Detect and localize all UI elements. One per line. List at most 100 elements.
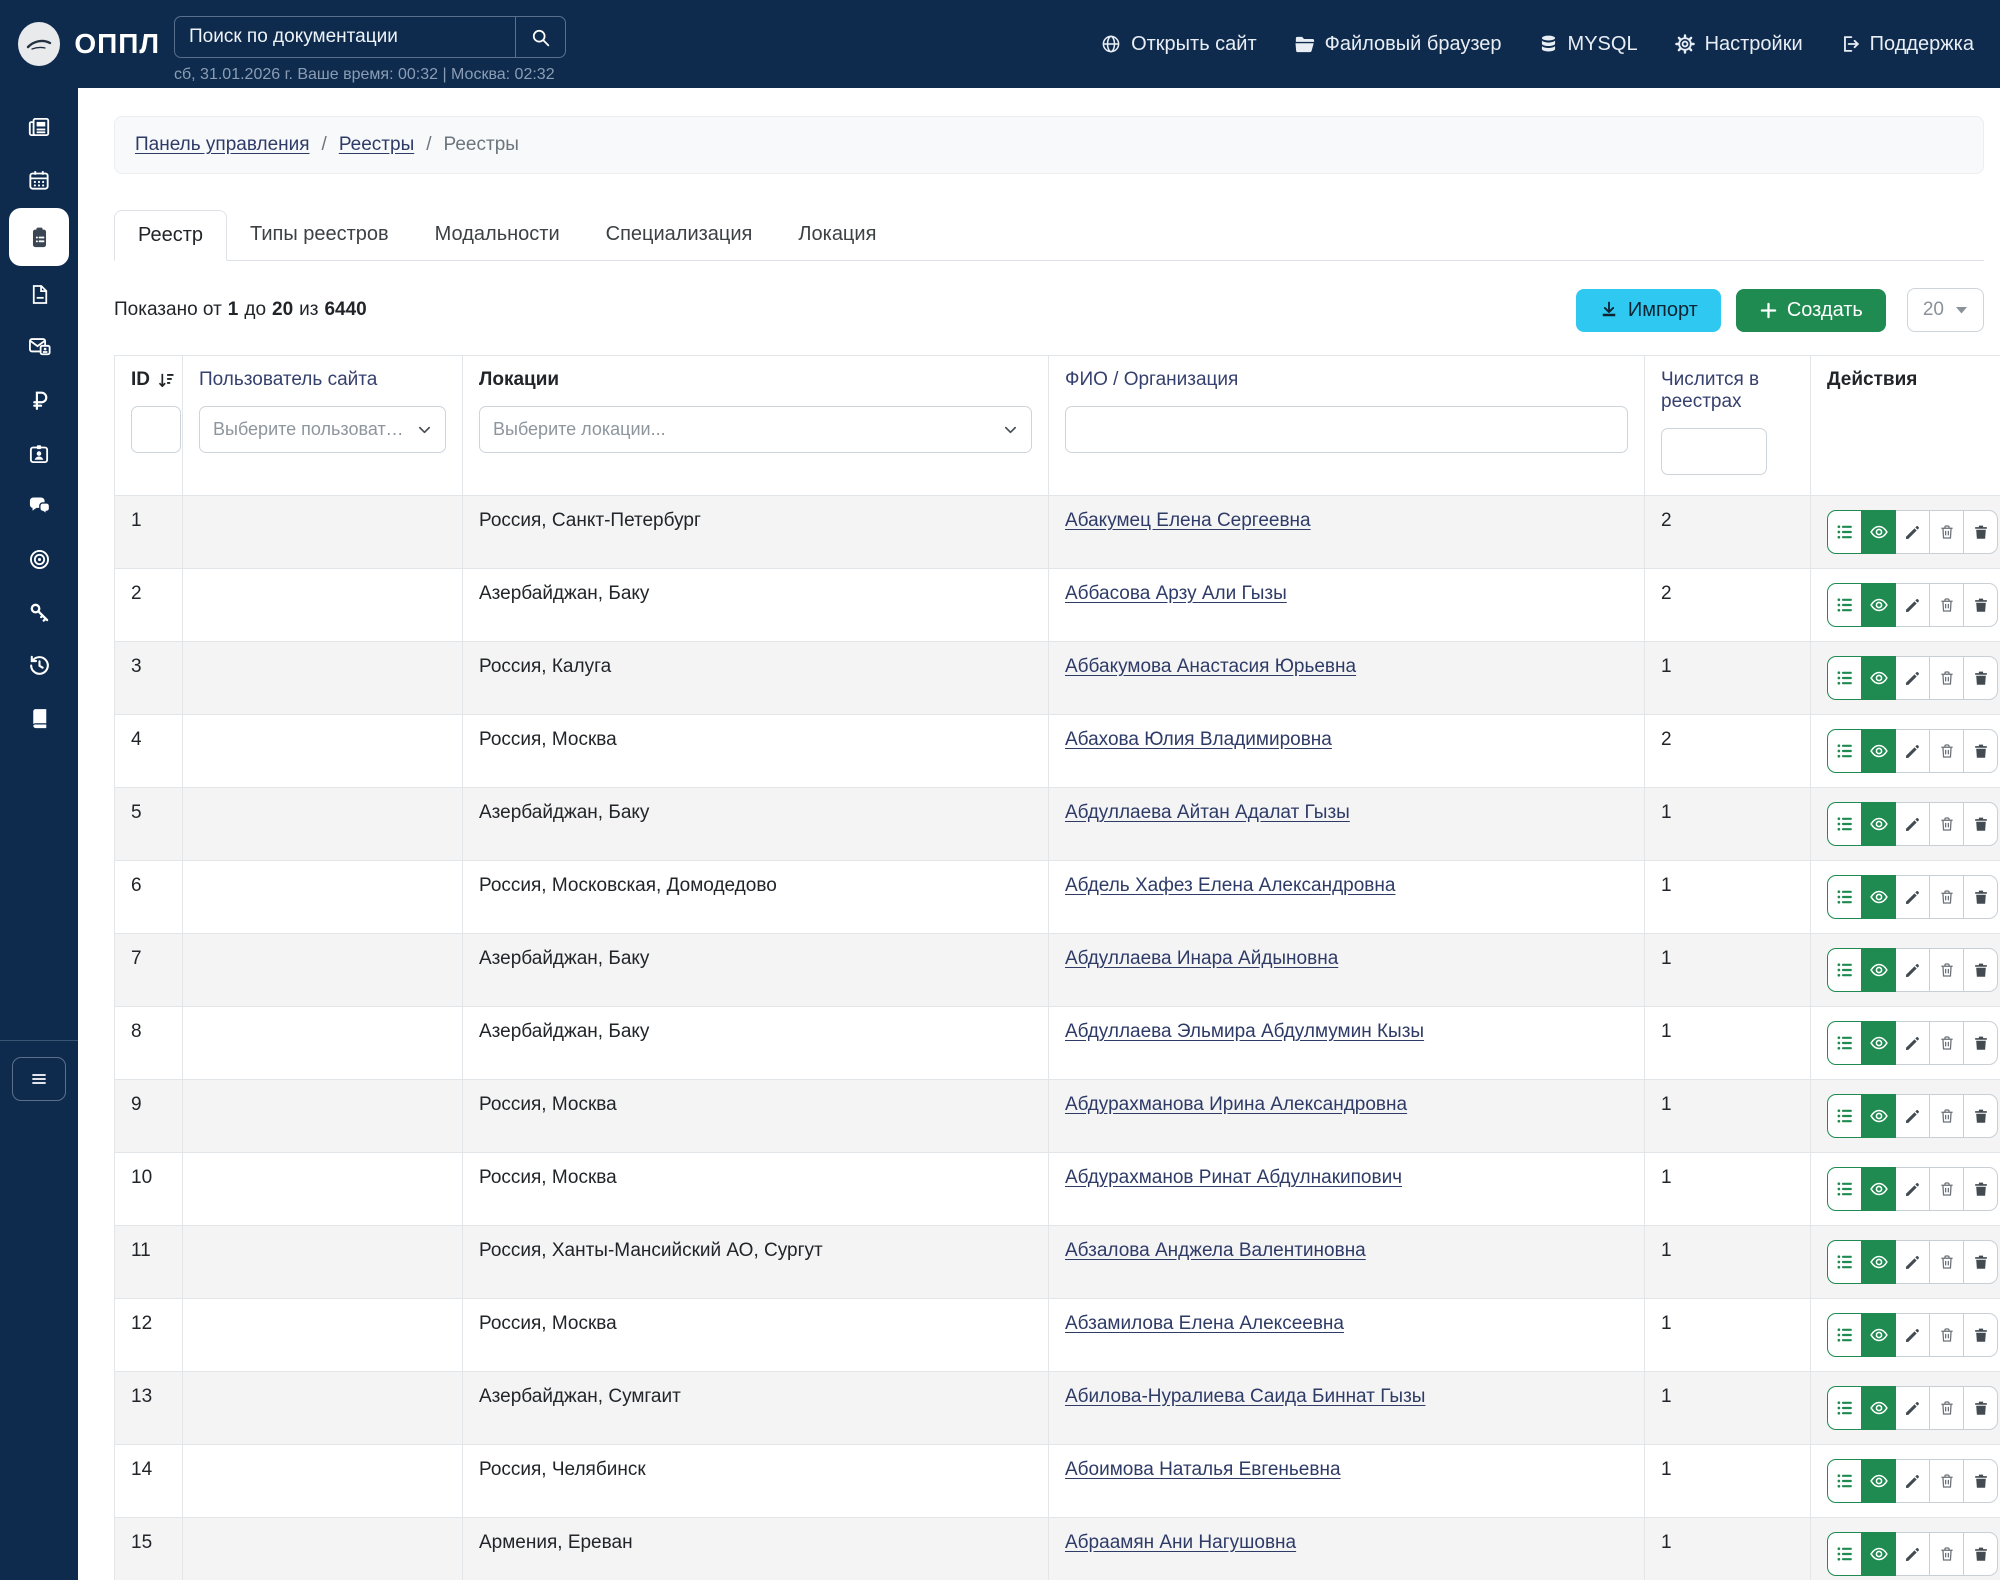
row-edit-button[interactable] bbox=[1895, 510, 1930, 554]
row-delete-button[interactable] bbox=[1963, 1386, 1998, 1430]
row-delete-button[interactable] bbox=[1963, 729, 1998, 773]
row-view-button[interactable] bbox=[1861, 802, 1896, 846]
nav-mysql[interactable]: MYSQL bbox=[1538, 33, 1638, 56]
row-archive-button[interactable] bbox=[1929, 948, 1964, 992]
row-name-link[interactable]: Абдуллаева Айтан Адалат Гызы bbox=[1065, 802, 1350, 823]
sidebar-item-access[interactable] bbox=[0, 586, 78, 639]
row-list-button[interactable] bbox=[1827, 1021, 1862, 1065]
row-view-button[interactable] bbox=[1861, 729, 1896, 773]
row-name-link[interactable]: Абдурахманов Ринат Абдулнакипович bbox=[1065, 1167, 1402, 1188]
row-edit-button[interactable] bbox=[1895, 1313, 1930, 1357]
search-button[interactable] bbox=[515, 17, 565, 57]
row-delete-button[interactable] bbox=[1963, 1459, 1998, 1503]
row-list-button[interactable] bbox=[1827, 1094, 1862, 1138]
row-name-link[interactable]: Абахова Юлия Владимировна bbox=[1065, 729, 1332, 750]
row-view-button[interactable] bbox=[1861, 583, 1896, 627]
sidebar-item-targets[interactable] bbox=[0, 533, 78, 586]
row-archive-button[interactable] bbox=[1929, 1094, 1964, 1138]
row-name-link[interactable]: Абдуллаева Эльмира Абдулмумин Кызы bbox=[1065, 1021, 1424, 1042]
import-button[interactable]: Импорт bbox=[1576, 289, 1721, 332]
row-view-button[interactable] bbox=[1861, 1240, 1896, 1284]
sidebar-item-chat[interactable] bbox=[0, 480, 78, 533]
row-name-link[interactable]: Абакумец Елена Сергеевна bbox=[1065, 510, 1311, 531]
column-header-user[interactable]: Пользователь сайта bbox=[199, 369, 377, 390]
row-edit-button[interactable] bbox=[1895, 948, 1930, 992]
row-name-link[interactable]: Абдурахманова Ирина Александровна bbox=[1065, 1094, 1407, 1115]
sidebar-item-calendar[interactable] bbox=[0, 153, 78, 206]
row-delete-button[interactable] bbox=[1963, 1240, 1998, 1284]
row-list-button[interactable] bbox=[1827, 1386, 1862, 1430]
row-view-button[interactable] bbox=[1861, 1532, 1896, 1576]
sidebar-item-news[interactable] bbox=[0, 100, 78, 153]
row-list-button[interactable] bbox=[1827, 875, 1862, 919]
row-name-link[interactable]: Абзамилова Елена Алексеевна bbox=[1065, 1313, 1344, 1334]
row-edit-button[interactable] bbox=[1895, 583, 1930, 627]
breadcrumb-link-registries[interactable]: Реестры bbox=[339, 134, 414, 156]
row-delete-button[interactable] bbox=[1963, 1021, 1998, 1065]
location-filter-select[interactable]: Выберите локации... bbox=[479, 406, 1032, 453]
row-view-button[interactable] bbox=[1861, 1094, 1896, 1138]
row-list-button[interactable] bbox=[1827, 510, 1862, 554]
row-list-button[interactable] bbox=[1827, 583, 1862, 627]
sidebar-item-history[interactable] bbox=[0, 639, 78, 692]
row-delete-button[interactable] bbox=[1963, 583, 1998, 627]
row-delete-button[interactable] bbox=[1963, 875, 1998, 919]
column-header-count[interactable]: Числится в реестрах bbox=[1661, 369, 1759, 412]
row-delete-button[interactable] bbox=[1963, 948, 1998, 992]
row-edit-button[interactable] bbox=[1895, 1094, 1930, 1138]
row-edit-button[interactable] bbox=[1895, 1021, 1930, 1065]
row-delete-button[interactable] bbox=[1963, 510, 1998, 554]
row-edit-button[interactable] bbox=[1895, 656, 1930, 700]
sidebar-toggle-button[interactable] bbox=[12, 1057, 66, 1101]
row-list-button[interactable] bbox=[1827, 1313, 1862, 1357]
row-archive-button[interactable] bbox=[1929, 875, 1964, 919]
row-delete-button[interactable] bbox=[1963, 802, 1998, 846]
row-name-link[interactable]: Абдуллаева Инара Айдыновна bbox=[1065, 948, 1338, 969]
row-archive-button[interactable] bbox=[1929, 1459, 1964, 1503]
sidebar-item-mail[interactable] bbox=[0, 321, 78, 374]
row-archive-button[interactable] bbox=[1929, 802, 1964, 846]
row-edit-button[interactable] bbox=[1895, 1532, 1930, 1576]
row-archive-button[interactable] bbox=[1929, 656, 1964, 700]
sidebar-item-registries[interactable] bbox=[0, 206, 78, 268]
row-name-link[interactable]: Абзалова Анджела Валентиновна bbox=[1065, 1240, 1366, 1261]
sidebar-item-docs-book[interactable] bbox=[0, 692, 78, 745]
row-name-link[interactable]: Аббакумова Анастасия Юрьевна bbox=[1065, 656, 1356, 677]
row-edit-button[interactable] bbox=[1895, 1386, 1930, 1430]
row-name-link[interactable]: Абоимова Наталья Евгеньевна bbox=[1065, 1459, 1341, 1480]
tab-registry[interactable]: Реестр bbox=[114, 210, 227, 261]
row-view-button[interactable] bbox=[1861, 875, 1896, 919]
row-archive-button[interactable] bbox=[1929, 583, 1964, 627]
tab-modalities[interactable]: Модальности bbox=[412, 210, 583, 261]
id-filter-input[interactable] bbox=[131, 406, 181, 453]
row-view-button[interactable] bbox=[1861, 1313, 1896, 1357]
row-archive-button[interactable] bbox=[1929, 1240, 1964, 1284]
row-list-button[interactable] bbox=[1827, 1240, 1862, 1284]
row-delete-button[interactable] bbox=[1963, 1313, 1998, 1357]
row-name-link[interactable]: Абраамян Ани Нагушовна bbox=[1065, 1532, 1296, 1553]
row-edit-button[interactable] bbox=[1895, 1459, 1930, 1503]
row-archive-button[interactable] bbox=[1929, 1532, 1964, 1576]
create-button[interactable]: Создать bbox=[1736, 289, 1886, 332]
row-archive-button[interactable] bbox=[1929, 1386, 1964, 1430]
row-edit-button[interactable] bbox=[1895, 1240, 1930, 1284]
row-list-button[interactable] bbox=[1827, 1532, 1862, 1576]
row-delete-button[interactable] bbox=[1963, 1532, 1998, 1576]
row-name-link[interactable]: Абилова-Нуралиева Саида Биннат Гызы bbox=[1065, 1386, 1425, 1407]
row-list-button[interactable] bbox=[1827, 656, 1862, 700]
row-edit-button[interactable] bbox=[1895, 1167, 1930, 1211]
nav-open-site[interactable]: Открыть сайт bbox=[1100, 33, 1257, 56]
row-list-button[interactable] bbox=[1827, 729, 1862, 773]
row-name-link[interactable]: Абдель Хафез Елена Александровна bbox=[1065, 875, 1395, 896]
row-list-button[interactable] bbox=[1827, 802, 1862, 846]
column-header-fio[interactable]: ФИО / Организация bbox=[1065, 369, 1238, 390]
logo[interactable] bbox=[18, 22, 60, 66]
row-delete-button[interactable] bbox=[1963, 1167, 1998, 1211]
row-list-button[interactable] bbox=[1827, 1167, 1862, 1211]
row-archive-button[interactable] bbox=[1929, 1021, 1964, 1065]
row-view-button[interactable] bbox=[1861, 1167, 1896, 1211]
row-archive-button[interactable] bbox=[1929, 510, 1964, 554]
sidebar-item-members[interactable] bbox=[0, 427, 78, 480]
page-size-select[interactable]: 20 bbox=[1907, 288, 1984, 332]
row-view-button[interactable] bbox=[1861, 1459, 1896, 1503]
